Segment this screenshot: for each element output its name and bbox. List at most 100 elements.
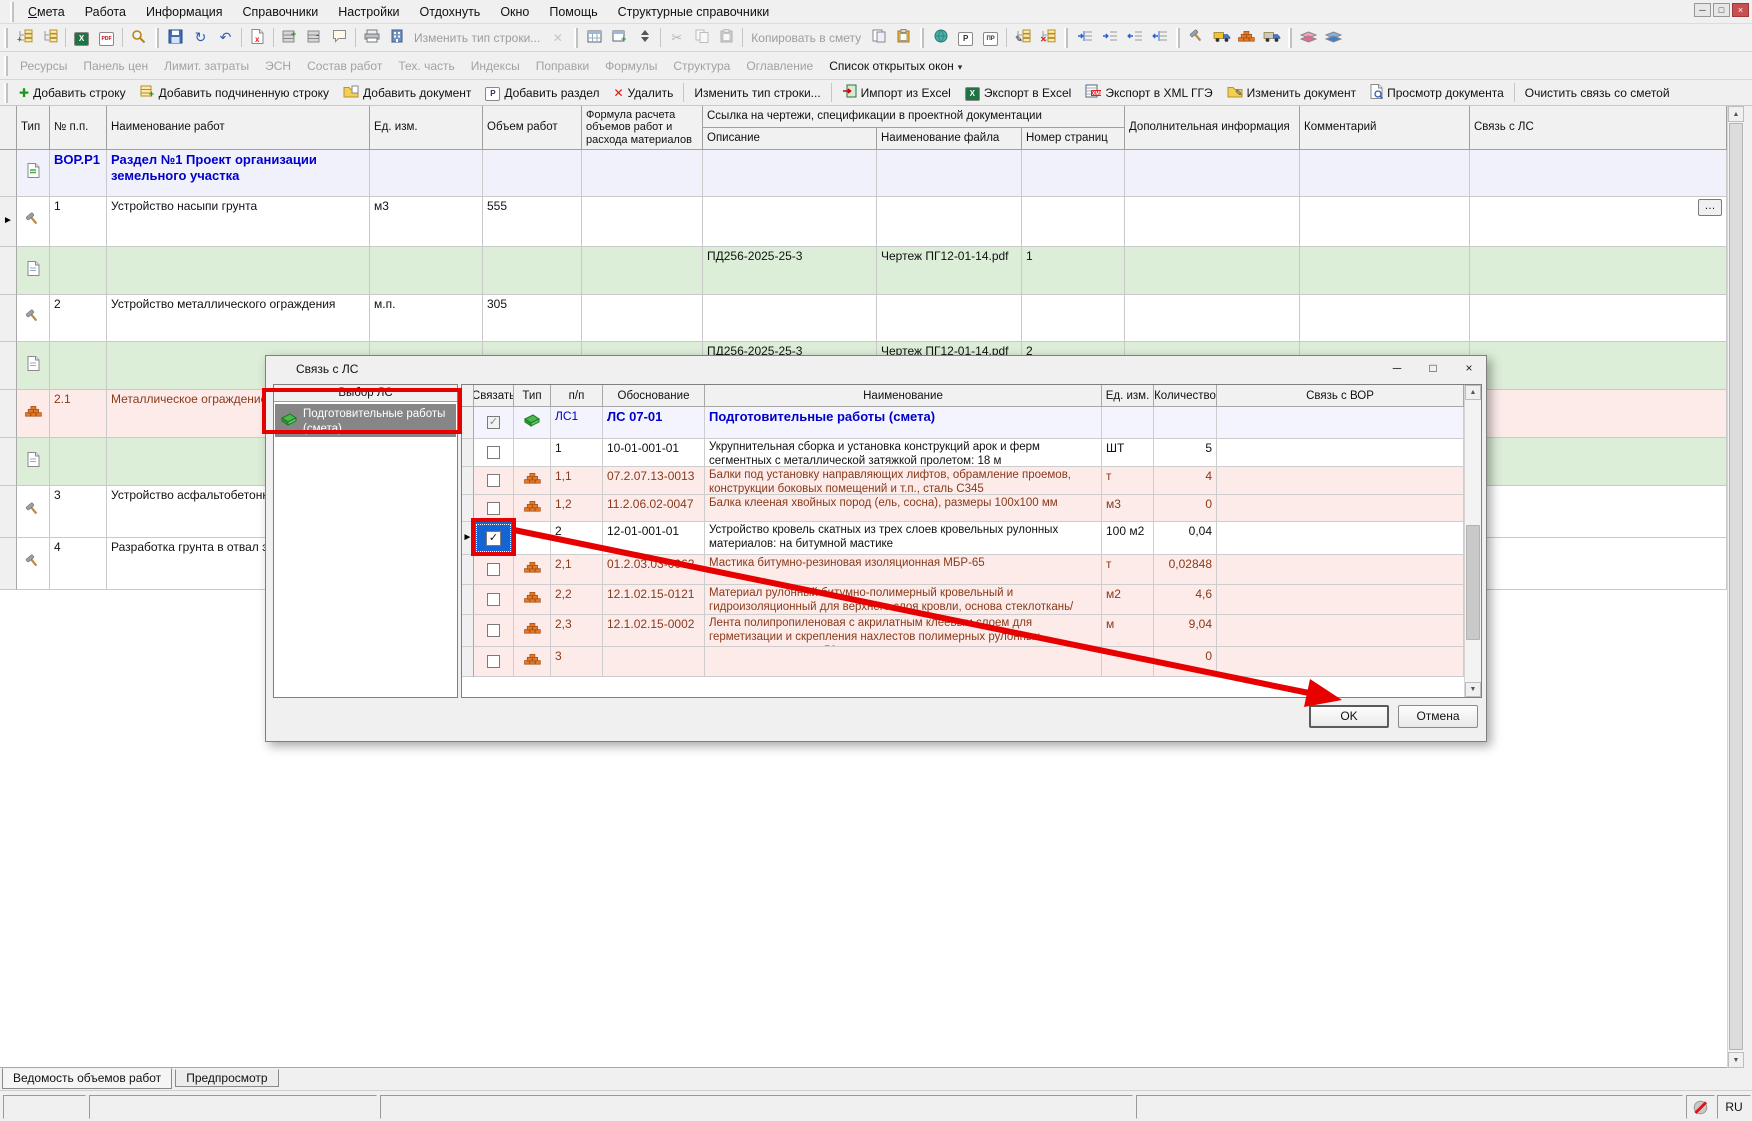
ls-cell-code[interactable]: ЛС 07-01 (603, 407, 705, 439)
panel-item-11[interactable]: Оглавление (738, 59, 821, 73)
delivery-truck-button[interactable] (1260, 26, 1283, 49)
ls-cell-code[interactable]: 12.1.02.15-0002 (603, 615, 705, 647)
ls-cell-link-vor[interactable] (1217, 522, 1464, 555)
grid-row-2[interactable]: ►1Устройство насыпи грунтам3555… (0, 197, 1727, 247)
archive-add-button[interactable]: + (278, 26, 301, 49)
paste-button[interactable] (715, 26, 738, 49)
cell-comment[interactable] (1300, 197, 1470, 247)
checkbox-checked-icon[interactable]: ✓ (486, 531, 501, 546)
excel-button[interactable]: X (70, 26, 93, 49)
maximize-button[interactable]: □ (1713, 3, 1730, 17)
unindent-button[interactable] (1123, 26, 1146, 49)
action-button-12[interactable]: Очистить связь со сметой (1518, 82, 1677, 104)
machine-truck-button[interactable] (1210, 26, 1233, 49)
close-button[interactable]: × (1732, 3, 1749, 17)
ls-cell-unit[interactable]: ШТ (1102, 439, 1154, 467)
building-button[interactable] (385, 26, 408, 49)
cell-volume[interactable]: 555 (483, 197, 582, 247)
cell-file[interactable] (877, 150, 1022, 197)
cell-num[interactable]: 3 (50, 486, 107, 538)
ls-cell-name[interactable]: Укрупнительная сборка и установка констр… (705, 439, 1102, 467)
ls-row-5[interactable]: ►✓212-01-001-01Устройство кровель скатны… (462, 522, 1481, 555)
cell-desc[interactable] (703, 197, 877, 247)
tab-1[interactable]: Ведомость объемов работ (2, 1068, 172, 1089)
delete-x-button[interactable]: ✕ (546, 26, 569, 49)
ls-cell-name[interactable]: Материал рулонный битумно-полимерный кро… (705, 585, 1102, 615)
ls-cell-qty[interactable] (1154, 407, 1217, 439)
ls-row-1[interactable]: ✓ЛС1ЛС 07-01Подготовительные работы (сме… (462, 407, 1481, 439)
main-scrollbar[interactable]: ▲ ▼ (1727, 106, 1744, 1068)
minimize-button[interactable]: ─ (1694, 3, 1711, 17)
comment-button[interactable] (328, 26, 351, 49)
dialog-scrollbar-thumb[interactable] (1466, 525, 1480, 640)
cell-num[interactable]: 1 (50, 197, 107, 247)
cell-link-ls[interactable] (1470, 486, 1727, 538)
panel-item-7[interactable]: Индексы (463, 59, 528, 73)
cell-link-ls[interactable] (1470, 247, 1727, 295)
checkbox-icon[interactable] (487, 563, 500, 576)
ls-row-6[interactable]: 2,101.2.03.03-0062Мастика битумно-резино… (462, 555, 1481, 585)
ls-cell-link-vor[interactable] (1217, 555, 1464, 585)
layers-blue-button[interactable] (1322, 26, 1345, 49)
menu-item-1[interactable]: Смета (18, 2, 75, 22)
menu-item-6[interactable]: Отдохнуть (410, 2, 491, 22)
ls-cell-code[interactable]: 12-01-001-01 (603, 522, 705, 555)
panel-item-10[interactable]: Структура (665, 59, 738, 73)
cell-pages[interactable] (1022, 197, 1125, 247)
ls-cell-pp[interactable]: 1,1 (551, 467, 603, 495)
cell-num[interactable]: 2 (50, 295, 107, 342)
ls-cell-check[interactable]: ✓ (474, 522, 514, 555)
ls-cell-pp[interactable]: 3 (551, 647, 603, 677)
open-windows-dropdown[interactable]: Список открытых окон▾ (821, 59, 970, 73)
sphere-button[interactable] (929, 26, 952, 49)
checkbox-icon[interactable] (487, 502, 500, 515)
panel-item-3[interactable]: Лимит. затраты (156, 59, 257, 73)
material-bricks-button[interactable] (1235, 26, 1258, 49)
cell-num[interactable]: BOP.P1 (50, 150, 107, 197)
ls-row-3[interactable]: 1,107.2.07.13-0013Балки под установку на… (462, 467, 1481, 495)
unlock-page-button[interactable]: x (246, 26, 269, 49)
dialog-scrollbar[interactable]: ▲ ▼ (1464, 385, 1481, 697)
cell-extra[interactable] (1125, 150, 1300, 197)
ls-cell-check[interactable] (474, 467, 514, 495)
ls-cell-check[interactable]: ✓ (474, 407, 514, 439)
scroll-down-icon[interactable]: ▼ (1728, 1052, 1744, 1068)
ls-cell-unit[interactable]: м3 (1102, 495, 1154, 522)
ls-cell-name[interactable] (705, 647, 1102, 677)
ls-cell-qty[interactable]: 0,02848 (1154, 555, 1217, 585)
indent-right-button[interactable] (1148, 26, 1171, 49)
menu-item-4[interactable]: Справочники (233, 2, 329, 22)
ls-cell-link-vor[interactable] (1217, 585, 1464, 615)
save-button[interactable] (164, 26, 187, 49)
box-pr-button[interactable]: ПР (979, 26, 1002, 49)
language-indicator[interactable]: RU (1717, 1095, 1751, 1119)
cell-formula[interactable] (582, 150, 703, 197)
cell-volume[interactable] (483, 247, 582, 295)
panel-item-9[interactable]: Формулы (597, 59, 665, 73)
cell-formula[interactable] (582, 247, 703, 295)
cell-link-ls[interactable] (1470, 295, 1727, 342)
ls-cell-qty[interactable]: 4 (1154, 467, 1217, 495)
menu-item-9[interactable]: Структурные справочники (608, 2, 780, 22)
ls-cell-code[interactable]: 10-01-001-01 (603, 439, 705, 467)
checkbox-icon[interactable] (487, 593, 500, 606)
cell-desc[interactable] (703, 295, 877, 342)
ls-cell-name[interactable]: Лента полипропиленовая с акрилатным клее… (705, 615, 1102, 647)
tree-delete-button[interactable]: ✕ (1036, 26, 1059, 49)
ls-cell-qty[interactable]: 4,6 (1154, 585, 1217, 615)
pdf-button[interactable]: PDF (95, 26, 118, 49)
ls-cell-link-vor[interactable] (1217, 647, 1464, 677)
grid-row-3[interactable]: ПД256-2025-25-3Чертеж ПГ12-01-14.pdf1 (0, 247, 1727, 295)
cell-link-ls[interactable] (1470, 150, 1727, 197)
ls-cell-code[interactable]: 11.2.06.02-0047 (603, 495, 705, 522)
action-button-3[interactable]: Добавить документ (336, 82, 478, 104)
ls-cell-pp[interactable]: 2 (551, 522, 603, 555)
ls-row-7[interactable]: 2,212.1.02.15-0121Материал рулонный биту… (462, 585, 1481, 615)
checkbox-checked-icon[interactable]: ✓ (487, 416, 500, 429)
paste-active-button[interactable] (892, 26, 915, 49)
table-add-button[interactable]: + (608, 26, 631, 49)
paste-page-button[interactable] (867, 26, 890, 49)
tree-edit-button[interactable]: ✎ (1011, 26, 1034, 49)
cancel-button[interactable]: Отмена (1398, 705, 1478, 728)
ls-cell-code[interactable]: 12.1.02.15-0121 (603, 585, 705, 615)
